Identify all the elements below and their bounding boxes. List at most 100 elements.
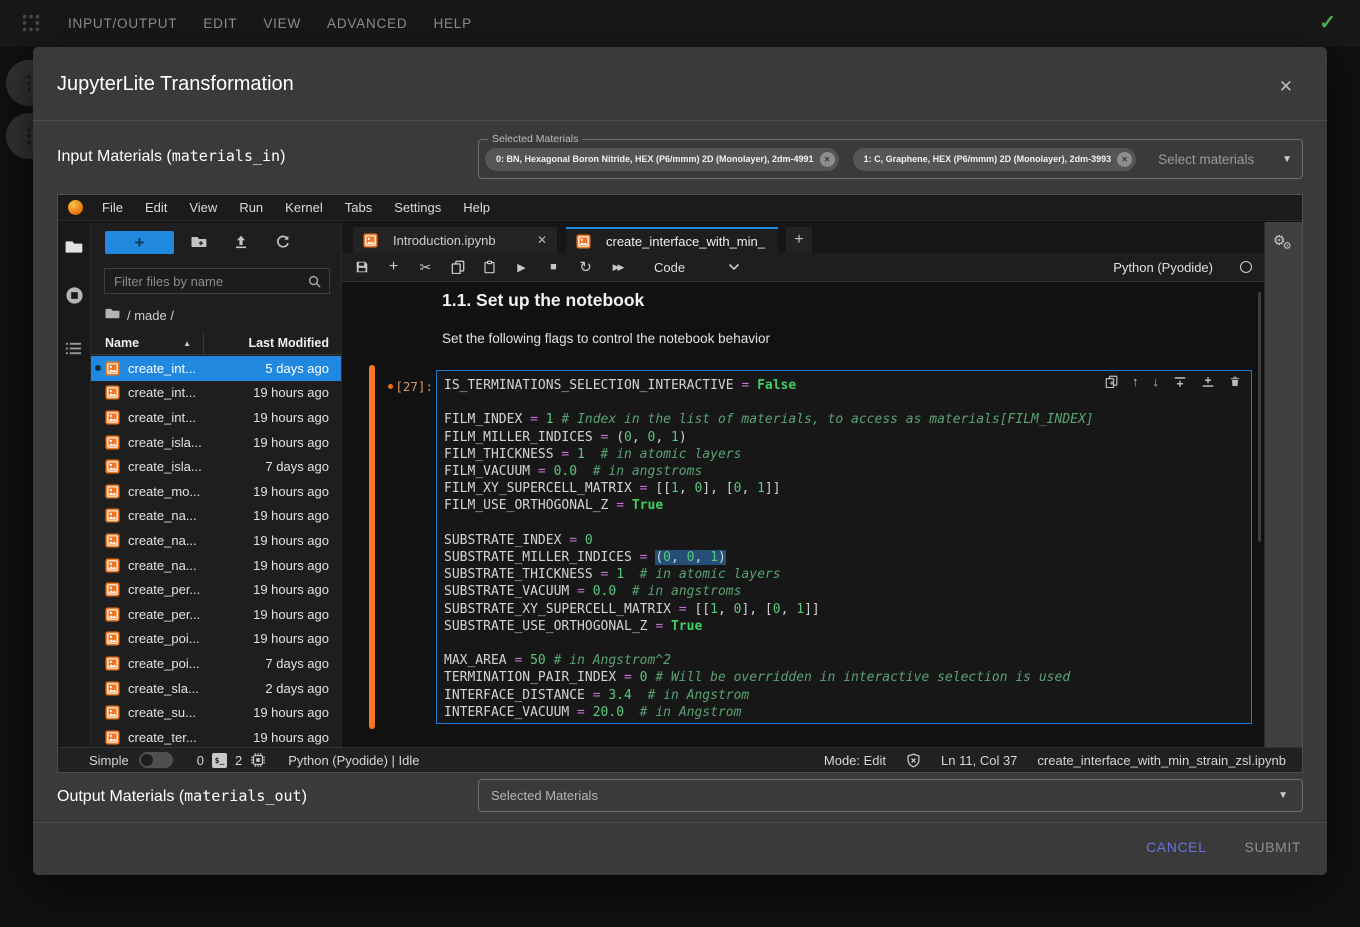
file-row[interactable]: create_na...19 hours ago [91, 528, 341, 553]
run-icon[interactable]: ▶ [514, 261, 529, 274]
top-menu-item-input-output[interactable]: INPUT/OUTPUT [68, 16, 177, 31]
file-row[interactable]: create_per...19 hours ago [91, 602, 341, 627]
sessions-indicator[interactable]: 0 $_ 2 [197, 752, 266, 768]
lab-menu-item-help[interactable]: Help [452, 200, 501, 215]
save-icon[interactable] [354, 260, 369, 274]
new-tab-button[interactable]: + [786, 227, 812, 253]
jupyterlite-logo [68, 200, 83, 215]
file-row[interactable]: create_per...19 hours ago [91, 577, 341, 602]
running-kernels-icon[interactable] [65, 286, 84, 310]
tab-close-icon[interactable]: ✕ [537, 233, 547, 247]
file-row[interactable]: create_sla...2 days ago [91, 676, 341, 701]
refresh-icon[interactable] [275, 234, 291, 255]
notebook-toolbar: + ✂ ▶ ■ ↻ ▶▶ Code [342, 253, 1264, 282]
file-row[interactable]: create_na...19 hours ago [91, 504, 341, 529]
file-row[interactable]: create_isla...7 days ago [91, 454, 341, 479]
material-chip-label: 1: C, Graphene, HEX (P6/mmm) 2D (Monolay… [864, 154, 1112, 164]
file-modified: 2 days ago [265, 681, 329, 696]
duplicate-cell-icon[interactable] [1105, 375, 1118, 388]
selected-materials-select[interactable]: Selected Materials 0: BN, Hexagonal Boro… [478, 139, 1303, 179]
tab-introduction[interactable]: Introduction.ipynb ✕ [353, 227, 558, 253]
notebook-icon [105, 459, 120, 474]
file-browser-icon[interactable] [65, 238, 83, 261]
file-row[interactable]: create_su...19 hours ago [91, 700, 341, 725]
dropdown-arrow-icon[interactable]: ▼ [1282, 154, 1292, 165]
lab-menu-item-file[interactable]: File [91, 200, 134, 215]
insert-cell-icon[interactable]: + [386, 258, 401, 276]
move-up-icon[interactable]: ↑ [1132, 374, 1139, 389]
restart-run-all-icon[interactable]: ▶▶ [610, 262, 625, 273]
lab-menu-item-settings[interactable]: Settings [383, 200, 452, 215]
filter-files-input[interactable] [105, 269, 329, 293]
copy-icon[interactable] [450, 260, 465, 274]
insert-above-icon[interactable] [1173, 375, 1187, 389]
file-row[interactable]: create_int...19 hours ago [91, 405, 341, 430]
notebook-scrollbar[interactable] [1258, 292, 1261, 542]
simple-mode-toggle[interactable] [139, 752, 173, 768]
lab-menu-item-view[interactable]: View [178, 200, 228, 215]
cut-icon[interactable]: ✂ [418, 259, 433, 276]
top-menu-item-help[interactable]: HELP [433, 16, 471, 31]
mode-indicator[interactable]: Mode: Edit [824, 753, 886, 768]
top-menu-item-advanced[interactable]: ADVANCED [327, 16, 407, 31]
tab-label: Introduction.ipynb [393, 233, 496, 248]
file-name: create_mo... [128, 484, 200, 499]
file-row[interactable]: create_int...5 days ago [91, 356, 341, 381]
terminals-count: 0 [197, 753, 204, 768]
insert-below-icon[interactable] [1201, 375, 1215, 389]
delete-cell-icon[interactable] [1229, 375, 1241, 388]
material-chip[interactable]: 1: C, Graphene, HEX (P6/mmm) 2D (Monolay… [853, 148, 1137, 171]
new-launcher-button[interactable]: + [105, 231, 174, 254]
column-header-name[interactable]: Name ▲ [91, 336, 203, 350]
breadcrumb[interactable]: / made / [105, 306, 174, 324]
lab-menu-item-tabs[interactable]: Tabs [334, 200, 383, 215]
new-folder-icon[interactable] [191, 234, 207, 255]
chevron-down-icon[interactable] [728, 263, 740, 271]
gears-icon[interactable]: ⚙⚙ [1273, 232, 1295, 250]
code-line: FILM_VACUUM = 0.0 # in angstroms [444, 463, 1251, 480]
file-row[interactable]: create_poi...7 days ago [91, 651, 341, 676]
top-menu-item-edit[interactable]: EDIT [203, 16, 237, 31]
notebook-icon [105, 607, 120, 622]
close-icon[interactable]: ✕ [1279, 77, 1293, 97]
cancel-button[interactable]: CANCEL [1146, 839, 1206, 855]
file-row[interactable]: create_ter...19 hours ago [91, 725, 341, 747]
table-of-contents-icon[interactable] [65, 340, 82, 362]
column-header-modified[interactable]: Last Modified [203, 332, 341, 354]
chip-remove-icon[interactable]: ✕ [1117, 152, 1132, 167]
stop-icon[interactable]: ■ [546, 261, 561, 273]
file-row[interactable]: create_int...19 hours ago [91, 381, 341, 406]
kernel-status-text[interactable]: Python (Pyodide) | Idle [288, 753, 419, 768]
lab-menu-item-edit[interactable]: Edit [134, 200, 178, 215]
shield-x-icon[interactable] [906, 753, 921, 768]
upload-icon[interactable] [233, 234, 249, 255]
move-down-icon[interactable]: ↓ [1153, 374, 1160, 389]
kernel-name-button[interactable]: Python (Pyodide) [1113, 260, 1213, 275]
cell-collapser-bar[interactable] [369, 365, 375, 729]
output-materials-select[interactable]: Selected Materials ▼ [478, 779, 1303, 812]
dialog-title: JupyterLite Transformation [57, 73, 294, 96]
cursor-position[interactable]: Ln 11, Col 37 [941, 753, 1017, 768]
chip-remove-icon[interactable]: ✕ [820, 152, 835, 167]
file-modified: 19 hours ago [253, 533, 329, 548]
file-name: create_isla... [128, 459, 202, 474]
cell-type-dropdown[interactable]: Code [654, 260, 685, 275]
lab-menu-item-run[interactable]: Run [228, 200, 274, 215]
file-row[interactable]: create_mo...19 hours ago [91, 479, 341, 504]
file-row[interactable]: create_poi...19 hours ago [91, 627, 341, 652]
file-name: create_int... [128, 410, 196, 425]
lab-menu-item-kernel[interactable]: Kernel [274, 200, 334, 215]
top-menu-item-view[interactable]: VIEW [263, 16, 301, 31]
restart-kernel-icon[interactable]: ↻ [578, 258, 593, 276]
code-cell-editor[interactable]: IS_TERMINATIONS_SELECTION_INTERACTIVE = … [436, 370, 1252, 724]
code-line: FILM_THICKNESS = 1 # in atomic layers [444, 446, 1251, 463]
app-grid-icon[interactable] [20, 12, 42, 34]
material-chip[interactable]: 0: BN, Hexagonal Boron Nitride, HEX (P6/… [485, 148, 839, 171]
kernel-status-icon[interactable] [1240, 261, 1252, 273]
submit-button[interactable]: SUBMIT [1245, 839, 1302, 855]
file-row[interactable]: create_isla...19 hours ago [91, 430, 341, 455]
tab-create-interface[interactable]: create_interface_with_min_ [566, 227, 778, 253]
file-row[interactable]: create_na...19 hours ago [91, 553, 341, 578]
code-line: FILM_XY_SUPERCELL_MATRIX = [[1, 0], [0, … [444, 480, 1251, 497]
paste-icon[interactable] [482, 260, 497, 274]
